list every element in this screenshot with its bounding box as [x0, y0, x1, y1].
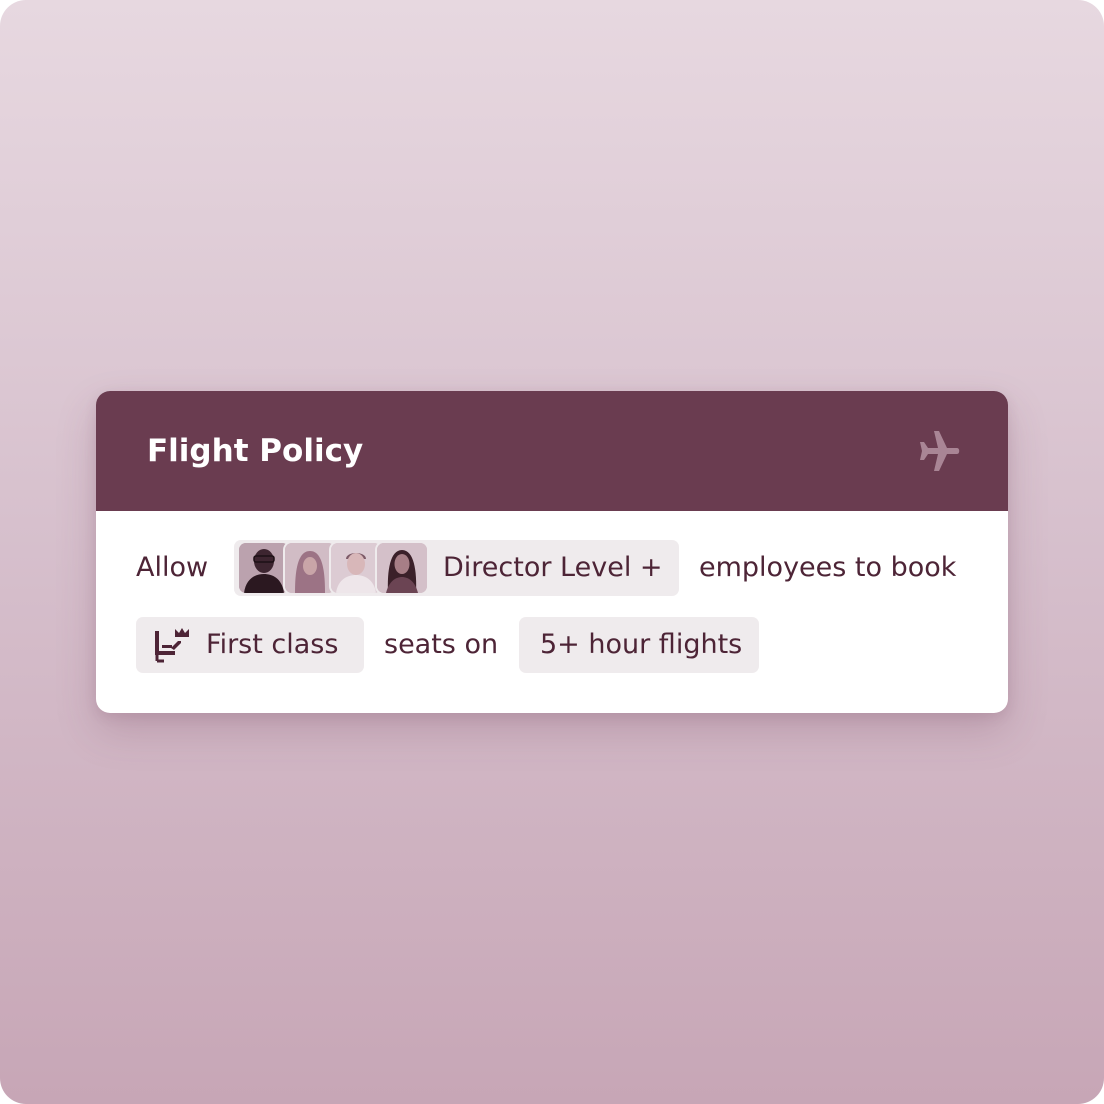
seat-class-label: First class — [206, 629, 339, 660]
employees-to-book-text: employees to book — [699, 552, 957, 583]
airplane-icon — [920, 431, 960, 471]
first-class-seat-icon — [155, 628, 189, 663]
seat-class-selector[interactable]: First class — [136, 617, 364, 673]
employee-group-label: Director Level + — [443, 552, 663, 583]
avatar-person-1 — [239, 543, 289, 593]
flight-duration-selector[interactable]: 5+ hour flights — [519, 617, 759, 673]
avatar-person-3 — [331, 543, 381, 593]
background-canvas: Flight Policy Allow Director Level + emp… — [0, 0, 1104, 1104]
person-silhouette-icon — [285, 543, 335, 593]
avatar-person-2 — [285, 543, 335, 593]
person-silhouette-icon — [239, 543, 289, 593]
card-header: Flight Policy — [96, 391, 1008, 511]
flight-duration-label: 5+ hour flights — [540, 629, 743, 660]
person-silhouette-icon — [377, 543, 427, 593]
allow-text: Allow — [136, 552, 209, 583]
seats-on-text: seats on — [384, 629, 499, 660]
employee-group-selector[interactable]: Director Level + — [234, 540, 679, 596]
avatar-person-4 — [377, 543, 427, 593]
flight-policy-card: Flight Policy Allow Director Level + emp… — [96, 391, 1008, 713]
person-silhouette-icon — [331, 543, 381, 593]
card-title: Flight Policy — [147, 433, 364, 469]
